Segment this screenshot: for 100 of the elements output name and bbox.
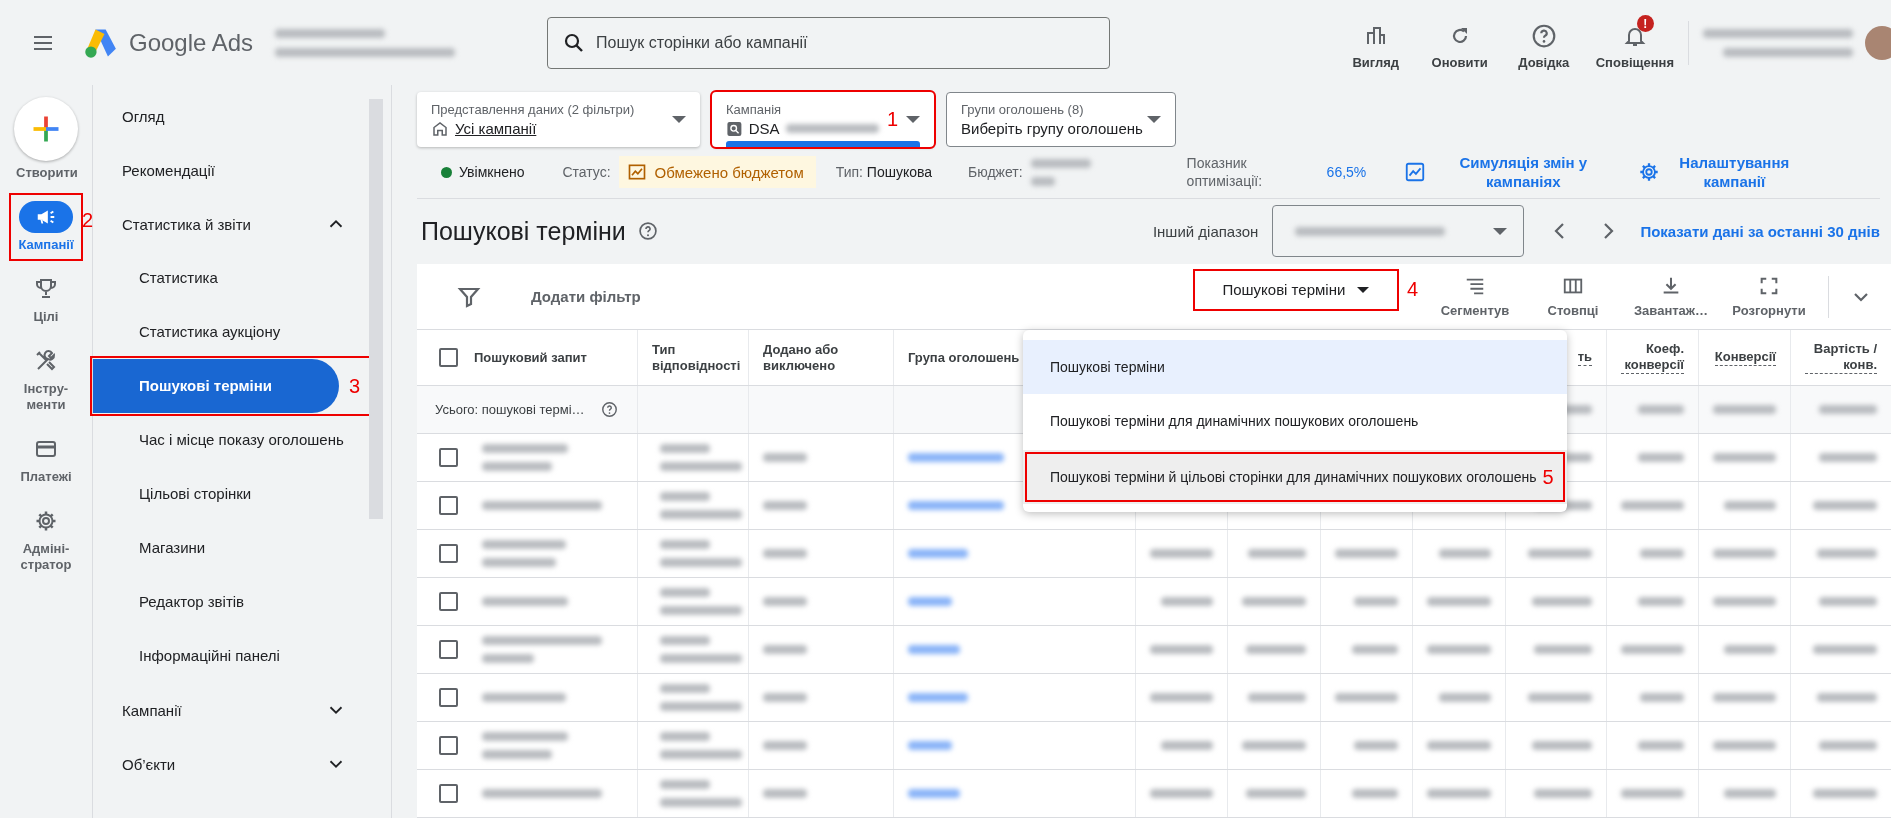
blurred-text	[660, 588, 710, 597]
search-icon	[726, 119, 743, 138]
checkbox[interactable]	[439, 640, 458, 659]
toolbar-button[interactable]: Завантаж…	[1622, 275, 1720, 318]
header-action[interactable]: Довідка	[1503, 15, 1584, 70]
blurred-text	[1242, 597, 1306, 606]
checkbox[interactable]	[439, 448, 458, 467]
date-range-dropdown[interactable]	[1272, 205, 1525, 258]
column-header[interactable]: Група оголошень	[908, 349, 1020, 366]
blurred-text	[1813, 645, 1877, 654]
column-header[interactable]: Тип відповідності	[652, 341, 741, 374]
help-icon[interactable]	[600, 401, 618, 418]
total-label: Усього: пошукові термі…	[435, 402, 585, 417]
filter-dropdown[interactable]: Представлення даних (2 фільтри) Усі кампанії	[417, 92, 700, 147]
menu-item[interactable]: Пошукові терміни для динамічних пошукових оголошень	[1023, 394, 1567, 448]
nav-item[interactable]: Магазини	[93, 521, 369, 575]
checkbox[interactable]	[439, 496, 458, 515]
checkbox[interactable]	[439, 688, 458, 707]
blurred-text	[1534, 645, 1592, 654]
checkbox[interactable]	[439, 348, 458, 367]
blurred-text	[660, 780, 710, 789]
blurred-text	[763, 645, 807, 654]
avatar[interactable]	[1865, 25, 1891, 60]
rail-button[interactable]	[19, 201, 73, 233]
status-label: Статус:	[562, 164, 611, 181]
column-header[interactable]: Коеф. конверсії	[1621, 341, 1684, 374]
column-header[interactable]: Додано або виключено	[763, 341, 879, 374]
blurred-text	[1528, 549, 1592, 558]
menu-item[interactable]: Пошукові терміни	[1023, 340, 1567, 394]
blurred-text	[1817, 693, 1877, 702]
settings-icon	[34, 509, 58, 533]
type-text: Тип: Пошукова	[835, 164, 933, 181]
column-header[interactable]: Конверсії	[1714, 349, 1776, 366]
blurred-text	[660, 492, 710, 501]
blurred-text	[1242, 741, 1306, 750]
trophy-icon	[34, 277, 58, 301]
nav-item[interactable]: Редактор звітів	[93, 575, 369, 629]
blurred-text	[763, 597, 807, 606]
column-header[interactable]: Пошуковий запит	[474, 349, 587, 366]
rail-button[interactable]	[14, 97, 78, 161]
simulation-link[interactable]: Симуляція змін у кампаніях	[1448, 153, 1599, 192]
nav-item[interactable]: Статистика	[93, 251, 369, 305]
header-action[interactable]: Вигляд	[1335, 15, 1416, 70]
nav-item[interactable]: Огляд	[93, 89, 369, 143]
nav-item[interactable]: Інформаційні панелі	[93, 629, 369, 683]
blurred-text	[1724, 789, 1776, 798]
view-dropdown[interactable]: Пошукові терміни	[1194, 270, 1397, 309]
blurred-text	[763, 741, 807, 750]
checkbox[interactable]	[439, 784, 458, 803]
toolbar-button[interactable]: Сегментув	[1426, 275, 1524, 318]
header-action[interactable]: ! Сповіщення	[1587, 15, 1682, 70]
nav-item[interactable]: Рекомендації	[93, 143, 369, 197]
nav-item[interactable]: Об’єкти	[93, 737, 369, 791]
blurred-text	[1427, 741, 1491, 750]
header-action[interactable]: Оновити	[1419, 15, 1500, 70]
status-badge: Обмежено бюджетом	[618, 156, 816, 189]
nav-item[interactable]: Пошукові терміни	[93, 359, 339, 413]
last-30-days-link[interactable]: Показати дані за останні 30 днів	[1640, 223, 1880, 240]
add-filter-button[interactable]: Додати фільтр	[531, 288, 641, 305]
blurred-text	[1532, 597, 1592, 606]
blurred-text	[1724, 645, 1776, 654]
score-value: 66,5%	[1326, 164, 1367, 181]
nav-item[interactable]: Статистика й звіти	[93, 197, 369, 251]
filter-dropdown[interactable]: Групи оголошень (8) Виберіть групу оголошень	[946, 92, 1176, 147]
blurred-text	[1335, 549, 1398, 558]
blurred-text	[1354, 741, 1398, 750]
nav-item[interactable]: Цільові сторінки	[93, 467, 369, 521]
column-header[interactable]: Вартість / конв.	[1805, 341, 1877, 374]
help-icon[interactable]	[637, 221, 658, 242]
toolbar-button[interactable]: Стовпці	[1524, 275, 1622, 318]
blurred-text	[1724, 501, 1776, 510]
blurred-text	[1819, 741, 1877, 750]
annotation-number: 5	[1542, 465, 1554, 489]
checkbox[interactable]	[439, 736, 458, 755]
blurred-text	[1352, 789, 1398, 798]
nav-item[interactable]: Статистика аукціону	[93, 305, 369, 359]
menu-item[interactable]: Пошукові терміни й цільові сторінки для динамічних пошукових оголошень 5	[1023, 450, 1567, 504]
scrollbar[interactable]	[369, 99, 383, 519]
settings-link[interactable]: Налаштування кампанії	[1678, 153, 1791, 192]
blurred-text	[660, 444, 710, 453]
column-header[interactable]: ть	[1577, 349, 1592, 366]
blurred-text	[1819, 405, 1877, 414]
blurred-text	[1638, 453, 1684, 462]
blurred-text	[1150, 789, 1213, 798]
settings-icon	[1638, 161, 1661, 184]
dropdown-arrow-icon	[1147, 116, 1161, 123]
filter-dropdown[interactable]: Кампанія DSA 1	[712, 92, 934, 147]
search-field[interactable]: Пошук сторінки або кампанії	[547, 16, 1111, 69]
toolbar-button[interactable]: Розгорнути	[1720, 275, 1818, 318]
checkbox[interactable]	[439, 544, 458, 563]
blurred-text	[1030, 159, 1091, 168]
blurred-text	[1621, 645, 1684, 654]
rail-label: Платежі	[19, 469, 73, 485]
checkbox[interactable]	[439, 592, 458, 611]
blurred-text	[1246, 789, 1306, 798]
nav-item[interactable]: Час і місце показу оголошень	[93, 413, 369, 467]
blurred-text	[1532, 741, 1592, 750]
blurred-text	[1248, 549, 1306, 558]
budget-label: Бюджет:	[968, 164, 1023, 181]
nav-item[interactable]: Кампанії	[93, 683, 369, 737]
